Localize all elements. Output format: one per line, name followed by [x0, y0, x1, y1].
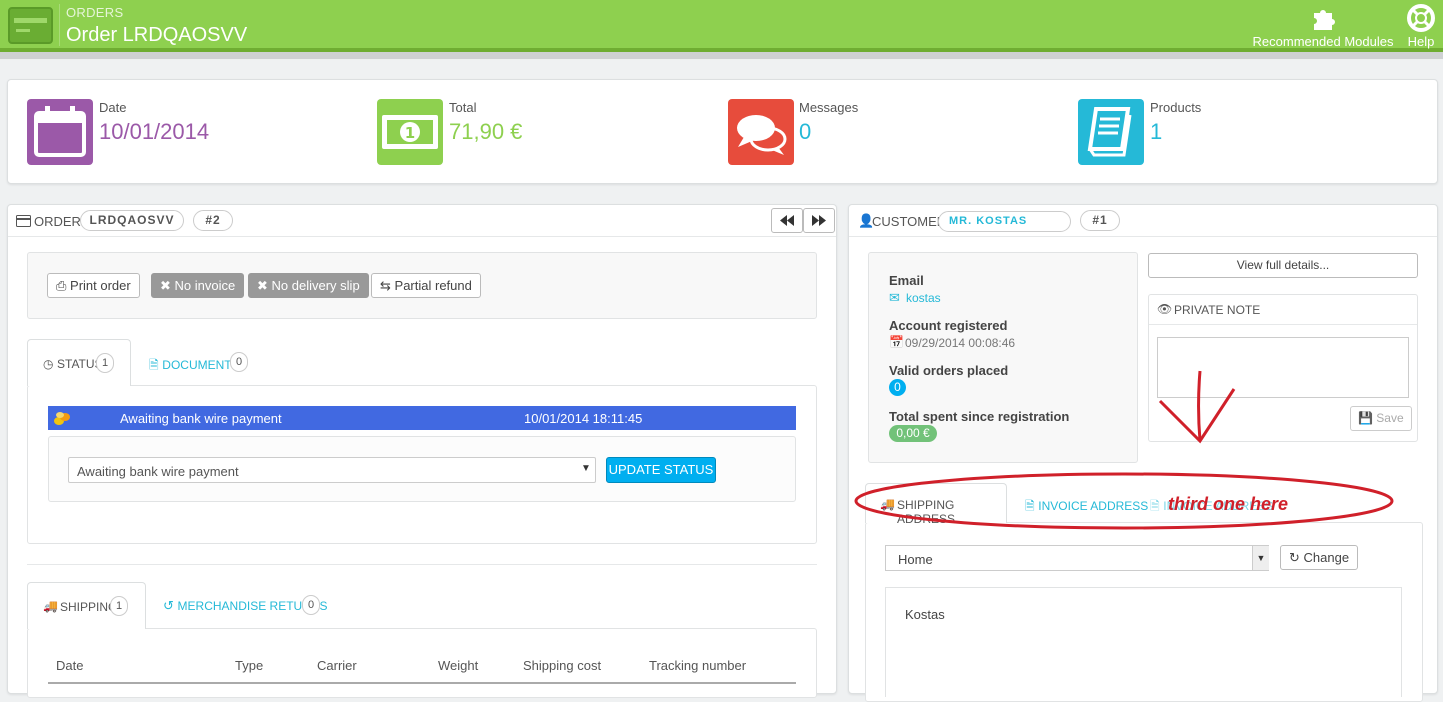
svg-text:1: 1 — [405, 124, 415, 142]
tab-documents[interactable]: 🗎 DOCUMENTS — [149, 356, 240, 377]
column-tracking-number: Tracking number — [649, 658, 747, 673]
address-card — [885, 587, 1402, 697]
kpi-panel — [7, 79, 1438, 184]
order-section-divider — [27, 564, 817, 565]
caret-down-icon: ▼ — [1252, 546, 1269, 570]
recommended-modules-label: Recommended Modules — [1252, 34, 1394, 49]
annotation-drawing — [854, 370, 1394, 530]
order-reference-badge: LRDQAOSVV — [80, 210, 184, 231]
customer-email-link[interactable]: kostas — [906, 291, 941, 305]
print-order-button[interactable]: ⎙ Print order — [47, 273, 140, 298]
column-type: Type — [235, 658, 264, 673]
update-status-button[interactable]: UPDATE STATUS — [606, 457, 716, 483]
order-section-title: ORDER — [34, 214, 81, 229]
print-icon: ⎙ — [56, 278, 67, 293]
calendar-icon — [27, 99, 93, 165]
no-delivery-slip-label: No delivery slip — [271, 278, 360, 293]
kpi-messages-label: Messages — [799, 100, 859, 115]
change-address-button[interactable]: ↻ Change — [1280, 545, 1359, 570]
page-title: Order LRDQAOSVV — [66, 24, 248, 46]
change-address-label: Change — [1303, 550, 1350, 565]
account-registered-date: 09/29/2014 00:08:46 — [905, 336, 1016, 350]
order-header-divider — [8, 236, 836, 237]
column-carrier: Carrier — [317, 658, 357, 673]
backward-icon — [780, 215, 794, 226]
truck-icon: 🚚 — [43, 599, 58, 613]
customer-header-divider — [849, 236, 1437, 237]
tab-shipping-count: 1 — [110, 596, 128, 616]
tab-shipping-label: SHIPPING — [60, 600, 118, 614]
column-weight: Weight — [438, 658, 479, 673]
calendar-small-icon: 📅 — [889, 335, 904, 349]
caret-down-icon: ▼ — [581, 463, 591, 474]
address-select[interactable]: Home ▼ — [885, 545, 1269, 571]
status-select-value: Awaiting bank wire payment — [77, 464, 239, 479]
kpi-products-value: 1 — [1150, 119, 1163, 144]
customer-number-badge: #1 — [1080, 210, 1120, 231]
kpi-total-value: 71,90 € — [449, 119, 523, 144]
credit-card-icon — [16, 215, 31, 227]
recommended-modules-button[interactable]: Recommended Modules — [1250, 4, 1396, 49]
refresh-icon: ↻ — [1289, 550, 1300, 565]
money-icon: 1 — [377, 99, 443, 165]
kpi-total-label: Total — [449, 100, 477, 115]
email-label: Email — [889, 273, 924, 288]
address-select-value: Home — [898, 552, 933, 567]
status-row-date: 10/01/2014 18:11:45 — [524, 411, 643, 426]
header-divider — [59, 4, 60, 46]
partial-refund-label: Partial refund — [394, 278, 472, 293]
orders-card-icon — [8, 7, 53, 44]
order-number-badge: #2 — [193, 210, 233, 231]
close-icon: ✖ — [160, 278, 171, 293]
kpi-products-label: Products — [1150, 100, 1202, 115]
kpi-date-value: 10/01/2014 — [99, 119, 210, 144]
clock-icon: ◷ — [43, 357, 54, 371]
annotation-text: third one here — [1168, 494, 1289, 514]
customer-section-title: CUSTOMER — [872, 214, 947, 229]
tab-documents-count: 0 — [230, 352, 248, 372]
address-name: Kostas — [905, 607, 945, 622]
status-row-name: Awaiting bank wire payment — [120, 411, 282, 426]
kpi-date-label: Date — [99, 100, 127, 115]
header-strip — [0, 52, 1443, 59]
private-note-title: PRIVATE NOTE — [1174, 303, 1261, 317]
exchange-icon: ⇆ — [380, 278, 391, 293]
next-order-button[interactable] — [803, 208, 835, 233]
file-icon: 🗎 — [149, 358, 159, 372]
envelope-icon: ✉ — [889, 290, 900, 305]
no-invoice-label: No invoice — [174, 278, 236, 293]
account-registered-label: Account registered — [889, 318, 1008, 333]
tab-shipping[interactable]: 🚚 SHIPPING 1 — [27, 582, 146, 629]
comments-icon — [728, 99, 794, 165]
kpi-messages-value: 0 — [799, 119, 812, 144]
table-header-underline — [48, 682, 796, 684]
tab-status[interactable]: ◷ STATUS 1 — [27, 339, 131, 386]
column-shipping-cost: Shipping cost — [523, 658, 602, 673]
no-delivery-slip-button[interactable]: ✖ No delivery slip — [248, 273, 369, 298]
help-label: Help — [1407, 34, 1435, 49]
puzzle-icon — [1314, 10, 1335, 30]
tab-status-count: 1 — [96, 353, 114, 373]
customer-name-link[interactable]: MR. KOSTAS — [938, 211, 1071, 232]
column-date: Date — [56, 658, 84, 673]
status-select[interactable]: Awaiting bank wire payment ▼ — [68, 457, 596, 483]
breadcrumb[interactable]: ORDERS — [66, 5, 123, 20]
close-icon: ✖ — [257, 278, 268, 293]
undo-icon: ↺ — [163, 598, 174, 613]
lifebuoy-icon — [1407, 4, 1435, 32]
tab-documents-label: DOCUMENTS — [162, 358, 240, 372]
book-icon — [1078, 99, 1144, 165]
private-note-divider — [1149, 324, 1417, 325]
view-full-details-button[interactable]: View full details... — [1148, 253, 1418, 278]
partial-refund-button[interactable]: ⇆ Partial refund — [371, 273, 481, 298]
coins-icon — [54, 412, 70, 425]
help-button[interactable]: Help — [1400, 4, 1442, 49]
forward-icon — [812, 215, 826, 226]
print-order-label: Print order — [70, 278, 131, 293]
previous-order-button[interactable] — [771, 208, 803, 233]
eye-slash-icon: 👁 — [1157, 302, 1173, 316]
no-invoice-button[interactable]: ✖ No invoice — [151, 273, 245, 298]
tab-returns-count: 0 — [302, 595, 320, 615]
